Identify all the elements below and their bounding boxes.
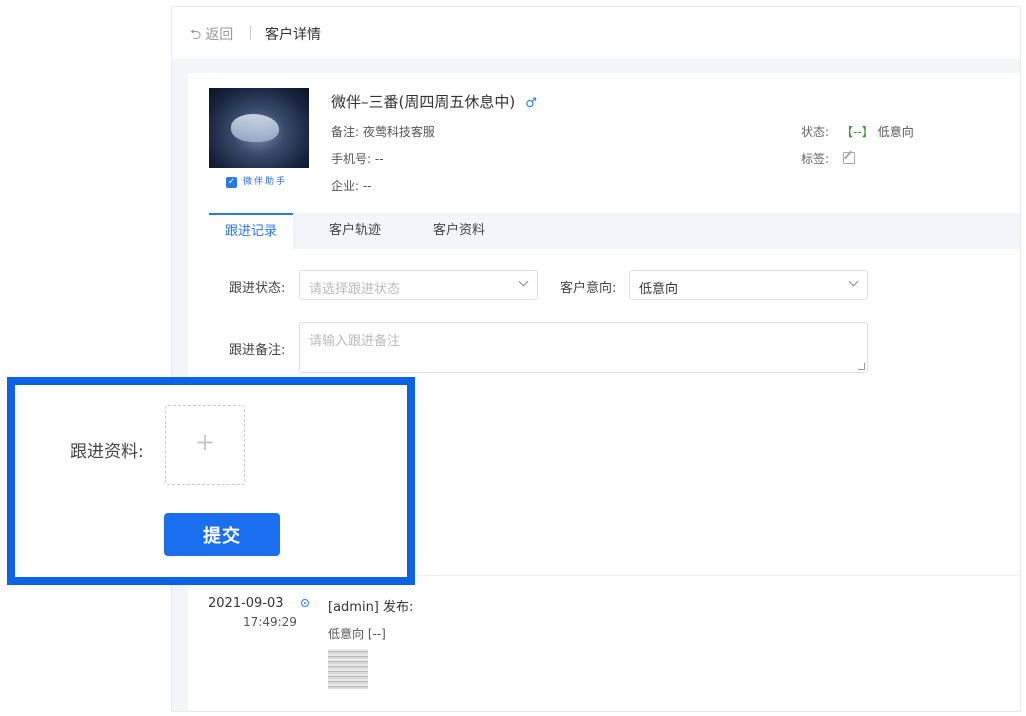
check-icon: ✓ — [226, 177, 237, 188]
material-label: 跟进资料: — [70, 442, 144, 462]
back-arrow-icon: ⮌ — [190, 27, 202, 43]
timeline-thumbnail[interactable] — [328, 649, 368, 689]
timeline-dot-icon — [301, 599, 309, 607]
whale-image — [231, 114, 279, 142]
follow-status-label: 跟进状态: — [229, 281, 286, 296]
page-title: 客户详情 — [265, 27, 321, 43]
timeline-title: [admin] 发布: — [328, 600, 414, 615]
submit-button[interactable]: 提交 — [164, 513, 280, 556]
remark-row: 备注: 夜莺科技客服 — [331, 125, 435, 139]
phone-row: 手机号: -- — [331, 152, 384, 166]
status-badge: 【--】 — [841, 125, 874, 139]
upload-box[interactable]: + — [165, 405, 245, 485]
avatar — [209, 88, 309, 168]
resize-handle-icon[interactable] — [858, 363, 865, 370]
back-label: 返回 — [205, 27, 234, 43]
tab-bar: 跟进记录 客户轨迹 客户资料 — [209, 213, 1020, 249]
top-bar: ⮌ 返回 客户详情 — [172, 7, 1020, 60]
follow-status-select[interactable]: 请选择跟进状态 — [299, 270, 538, 300]
tab-customer-info[interactable]: 客户资料 — [417, 213, 501, 249]
back-button[interactable]: ⮌ 返回 — [190, 24, 233, 48]
breadcrumb-divider — [250, 26, 251, 40]
company-row: 企业: -- — [331, 179, 372, 193]
chevron-down-icon — [848, 276, 859, 287]
remark-label: 跟进备注: — [229, 343, 286, 358]
timeline-time: 17:49:29 — [243, 615, 297, 629]
chevron-down-icon — [518, 276, 529, 287]
edit-icon[interactable] — [843, 152, 856, 164]
status-row: 状态: 【--】 低意向 — [801, 125, 914, 139]
customer-detail-page: ⮌ 返回 客户详情 ✓ 微伴助手 微伴–三番(周四周五休息中) ♂ 备注: 夜莺科技客… — [171, 6, 1021, 712]
tags-row: 标签: — [801, 150, 856, 167]
male-icon: ♂ — [525, 96, 537, 111]
customer-name: 微伴–三番(周四周五休息中) ♂ — [331, 93, 537, 111]
remark-textarea[interactable]: 请输入跟进备注 — [299, 322, 868, 373]
intent-select[interactable]: 低意向 — [629, 270, 868, 300]
timeline-content: 低意向 [--] — [328, 627, 386, 641]
follow-material-highlight: 跟进资料: + 提交 — [7, 377, 415, 585]
timeline-date: 2021-09-03 — [208, 596, 284, 611]
tab-follow-records[interactable]: 跟进记录 — [209, 213, 294, 249]
brand-logo: ✓ 微伴助手 — [226, 177, 288, 188]
plus-icon: + — [194, 428, 216, 456]
tab-customer-track[interactable]: 客户轨迹 — [313, 213, 397, 249]
intent-label: 客户意向: — [560, 281, 617, 296]
